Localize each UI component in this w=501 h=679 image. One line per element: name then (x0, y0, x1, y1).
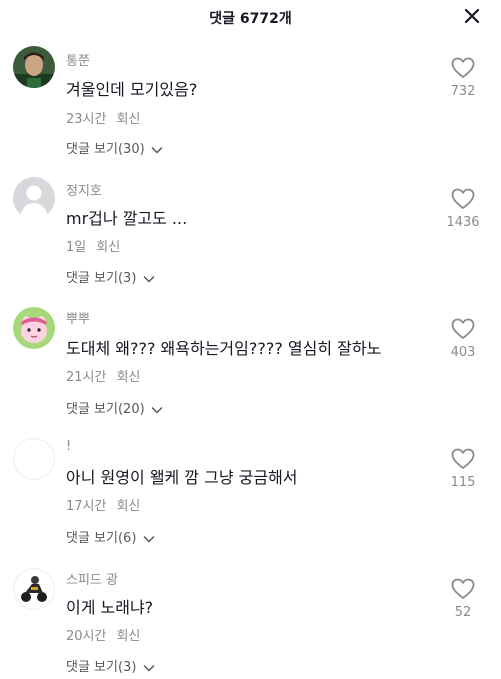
avatar[interactable] (13, 177, 55, 219)
comment-meta: 1일 회신 (66, 236, 120, 255)
close-icon[interactable] (463, 7, 481, 25)
like-count: 115 (450, 475, 476, 490)
view-replies-label: 댓글 보기(20) (66, 402, 145, 417)
comment-text: 도대체 왜??? 왜욕하는거임???? 열심히 잘하노 (66, 339, 382, 358)
like-group: 732 (441, 57, 485, 99)
reply-button[interactable]: 회신 (96, 240, 120, 255)
comment-time: 17시간 (66, 499, 107, 514)
reply-button[interactable]: 회신 (116, 112, 140, 127)
view-replies-button[interactable]: 댓글 보기(6) (66, 527, 155, 546)
view-replies-button[interactable]: 댓글 보기(30) (66, 138, 163, 157)
chevron-down-icon (151, 146, 163, 154)
view-replies-label: 댓글 보기(3) (66, 660, 137, 675)
heart-icon[interactable] (451, 57, 475, 79)
comment-time: 21시간 (66, 370, 107, 385)
like-group: 115 (441, 448, 485, 490)
heart-icon[interactable] (451, 578, 475, 600)
comment-text: mr겁나 깔고도 ... (66, 209, 188, 228)
comment-username[interactable]: ! (66, 439, 71, 454)
heart-icon[interactable] (451, 188, 475, 210)
comment-time: 1일 (66, 240, 87, 255)
comments-title: 댓글 6772개 (209, 11, 292, 27)
chevron-down-icon (151, 406, 163, 414)
avatar[interactable] (13, 438, 55, 480)
reply-button[interactable]: 회신 (116, 370, 140, 385)
like-group: 403 (441, 318, 485, 360)
heart-icon[interactable] (451, 448, 475, 470)
view-replies-button[interactable]: 댓글 보기(3) (66, 656, 155, 675)
like-count: 52 (454, 605, 472, 620)
reply-button[interactable]: 회신 (116, 499, 140, 514)
comment-time: 20시간 (66, 629, 107, 644)
comment-meta: 17시간 회신 (66, 495, 140, 514)
comments-header: 댓글 6772개 (0, 0, 501, 34)
comment-username[interactable]: 스피드 광 (66, 569, 118, 588)
like-group: 1436 (441, 188, 485, 230)
comment-text: 이게 노래냐? (66, 598, 154, 617)
heart-icon[interactable] (451, 318, 475, 340)
chevron-down-icon (143, 664, 155, 672)
like-group: 52 (441, 578, 485, 620)
comment-meta: 20시간 회신 (66, 625, 140, 644)
comment-meta: 23시간 회신 (66, 108, 140, 127)
view-replies-button[interactable]: 댓글 보기(3) (66, 267, 155, 286)
comment-username[interactable]: 뿌뿌 (66, 308, 90, 327)
view-replies-label: 댓글 보기(3) (66, 271, 137, 286)
like-count: 403 (450, 345, 476, 360)
comment-text: 겨울인데 모기있음? (66, 80, 198, 99)
view-replies-label: 댓글 보기(6) (66, 531, 137, 546)
comment-text: 아니 원영이 왤케 깜 그냥 궁금해서 (66, 468, 298, 487)
comment-username[interactable]: 통쭌 (66, 50, 90, 69)
avatar[interactable] (13, 568, 55, 610)
comment-meta: 21시간 회신 (66, 366, 140, 385)
chevron-down-icon (143, 535, 155, 543)
like-count: 1436 (446, 215, 480, 230)
comment-username[interactable]: 정지호 (66, 180, 102, 199)
comment-time: 23시간 (66, 112, 107, 127)
like-count: 732 (450, 84, 476, 99)
view-replies-label: 댓글 보기(30) (66, 142, 145, 157)
chevron-down-icon (143, 275, 155, 283)
avatar[interactable] (13, 46, 55, 88)
view-replies-button[interactable]: 댓글 보기(20) (66, 398, 163, 417)
avatar[interactable] (13, 307, 55, 349)
reply-button[interactable]: 회신 (116, 629, 140, 644)
